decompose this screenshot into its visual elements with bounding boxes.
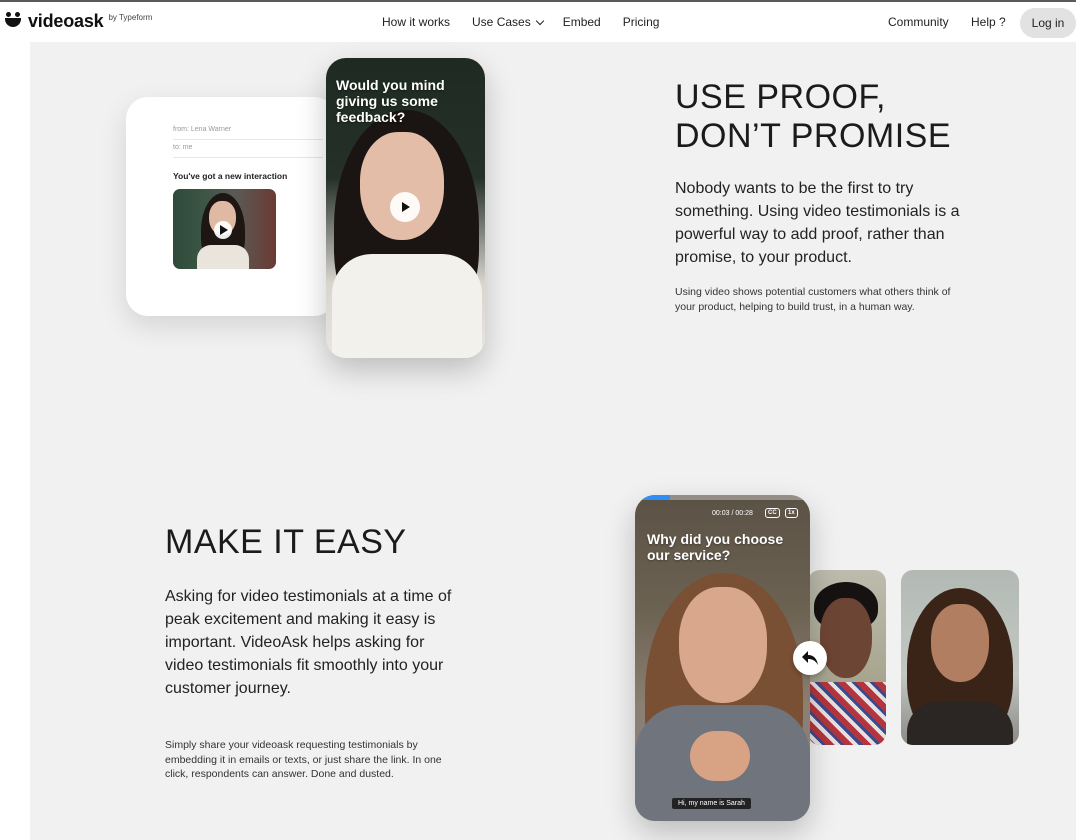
- videoask-phone-preview[interactable]: Would you mind giving us some feedback?: [326, 58, 485, 358]
- nav-link-how-it-works[interactable]: How it works: [382, 15, 450, 29]
- email-to: to: me: [173, 144, 193, 151]
- email-title: You've got a new interaction: [173, 171, 288, 181]
- section2-heading: MAKE IT EASY: [165, 523, 407, 561]
- video-caption: Hi, my name is Sarah: [672, 798, 751, 809]
- chevron-down-icon: [535, 16, 544, 26]
- play-icon[interactable]: [390, 192, 420, 222]
- email-divider: [173, 139, 323, 140]
- login-button[interactable]: Log in: [1020, 8, 1076, 38]
- videoask-logo[interactable]: videoask by Typeform: [4, 11, 152, 31]
- video-timestamp: 00:03 / 00:28: [712, 510, 753, 517]
- nav-link-use-cases-label: Use Cases: [472, 15, 531, 29]
- nav-links: How it works Use Cases Embed Pricing: [382, 15, 659, 29]
- phone-question: Would you mind giving us some feedback?: [336, 77, 445, 125]
- smiley-logo-icon: [4, 12, 22, 30]
- email-from: from: Lena Warner: [173, 126, 232, 133]
- respondent-video-card[interactable]: [901, 570, 1019, 745]
- section2-description: Simply share your videoask requesting te…: [165, 739, 442, 780]
- videoask-phone-preview[interactable]: 00:03 / 00:28 CC 1x Why did you choose o…: [635, 495, 810, 821]
- reply-button[interactable]: [793, 641, 827, 675]
- reply-arrow-icon: [802, 651, 818, 665]
- phone-question: Why did you choose our service?: [647, 531, 784, 563]
- logo-text: videoask: [28, 11, 104, 31]
- section1-heading: USE PROOF, DON’T PROMISE: [675, 78, 952, 155]
- playback-speed-button[interactable]: 1x: [785, 508, 798, 518]
- nav-link-use-cases[interactable]: Use Cases: [472, 15, 544, 29]
- top-nav: videoask by Typeform How it works Use Ca…: [0, 2, 1076, 42]
- cc-button[interactable]: CC: [765, 508, 780, 518]
- nav-link-help[interactable]: Help ?: [971, 15, 1006, 29]
- video-progress-bar[interactable]: [635, 495, 810, 500]
- section1-description: Using video shows potential customers wh…: [675, 286, 951, 313]
- nav-link-pricing[interactable]: Pricing: [623, 15, 660, 29]
- nav-link-community[interactable]: Community: [888, 15, 949, 29]
- email-notification-card: from: Lena Warner to: me You've got a ne…: [126, 97, 336, 316]
- play-icon[interactable]: [214, 221, 232, 239]
- logo-subtitle: by Typeform: [108, 13, 153, 22]
- section1-lead: Nobody wants to be the first to try some…: [675, 180, 960, 266]
- section2-lead: Asking for video testimonials at a time …: [165, 588, 452, 697]
- email-video-thumbnail[interactable]: [173, 189, 276, 269]
- email-divider: [173, 157, 323, 158]
- nav-link-embed[interactable]: Embed: [563, 15, 601, 29]
